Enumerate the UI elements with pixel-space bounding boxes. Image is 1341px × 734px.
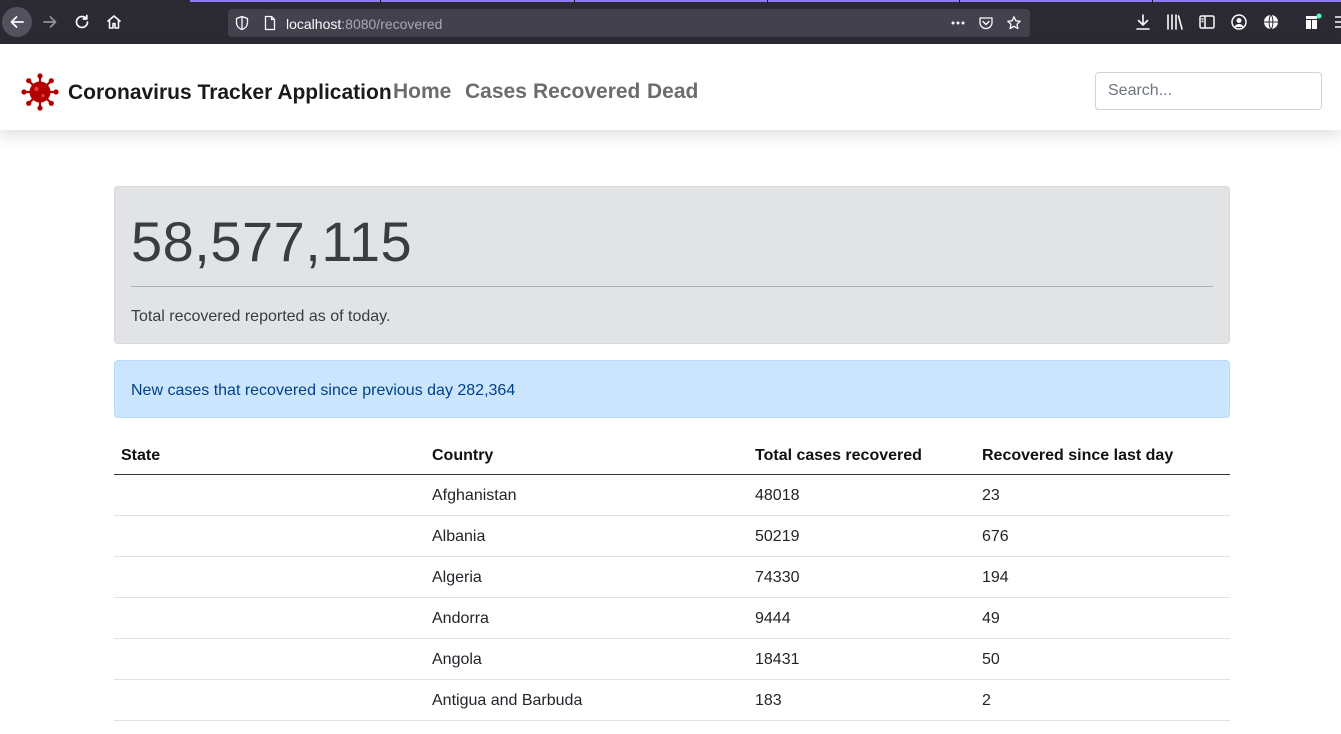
address-bar[interactable]: localhost:8080/recovered (228, 9, 1030, 37)
nav-link-dead[interactable]: Dead (647, 80, 698, 104)
brand-name[interactable]: Coronavirus Tracker Application (68, 81, 392, 105)
search-input[interactable] (1095, 72, 1322, 110)
divider (131, 286, 1213, 287)
browser-toolbar: localhost:8080/recovered (0, 0, 1341, 44)
cell-country: Albania (432, 528, 486, 545)
shield-icon[interactable] (234, 15, 250, 31)
url-text[interactable]: localhost:8080/recovered (286, 16, 442, 32)
recovered-table: State Country Total cases recovered Reco… (114, 436, 1230, 721)
table-row: Antigua and Barbuda 183 2 (114, 680, 1230, 721)
total-recovered-caption: Total recovered reported as of today. (131, 308, 391, 325)
globe-icon[interactable] (1261, 12, 1281, 32)
cell-recovered-since-last-day: 2 (982, 692, 991, 709)
cell-country: Afghanistan (432, 487, 517, 504)
url-path: :8080/recovered (341, 16, 443, 32)
cell-recovered-since-last-day: 49 (982, 610, 1000, 627)
tab-separator (574, 0, 575, 4)
arrow-right-icon (43, 16, 57, 28)
arrow-left-icon (10, 16, 24, 28)
cell-recovered-since-last-day: 50 (982, 651, 1000, 668)
nav-link-home[interactable]: Home (393, 80, 451, 104)
nav-link-recovered[interactable]: Recovered (533, 80, 640, 104)
cell-total-recovered: 9444 (755, 610, 791, 627)
cell-total-recovered: 183 (755, 692, 782, 709)
total-recovered-value: 58,577,115 (131, 210, 413, 273)
cell-country: Algeria (432, 569, 482, 586)
table-row: Algeria 74330 194 (114, 557, 1230, 598)
sidebar-icon[interactable] (1197, 12, 1217, 32)
cell-total-recovered: 48018 (755, 487, 800, 504)
app-navbar: Coronavirus Tracker Application Home Cas… (0, 44, 1341, 130)
page-icon[interactable] (262, 15, 278, 31)
tab-separator (767, 0, 768, 4)
download-icon[interactable] (1133, 12, 1153, 32)
column-header-country: Country (432, 447, 494, 464)
forward-button[interactable] (35, 7, 65, 37)
recovered-summary-panel: 58,577,115 Total recovered reported as o… (114, 186, 1230, 344)
column-header-total-recovered: Total cases recovered (755, 447, 922, 464)
column-header-state: State (121, 447, 161, 464)
tab-separator (380, 0, 381, 4)
virus-icon[interactable] (20, 72, 60, 112)
nav-link-cases[interactable]: Cases (465, 80, 527, 104)
cell-total-recovered: 18431 (755, 651, 800, 668)
cell-recovered-since-last-day: 194 (982, 569, 1009, 586)
column-header-recovered-since-last-day: Recovered since last day (982, 447, 1174, 464)
cell-country: Andorra (432, 610, 489, 627)
tab-separator (1152, 0, 1153, 4)
cell-recovered-since-last-day: 676 (982, 528, 1009, 545)
cell-total-recovered: 50219 (755, 528, 800, 545)
library-icon[interactable] (1165, 12, 1185, 32)
table-row: Angola 18431 50 (114, 639, 1230, 680)
pocket-icon[interactable] (978, 15, 994, 31)
star-icon[interactable] (1006, 15, 1022, 31)
account-icon[interactable] (1229, 12, 1249, 32)
table-row: Albania 50219 676 (114, 516, 1230, 557)
cell-total-recovered: 74330 (755, 569, 800, 586)
extension-icon[interactable] (1303, 12, 1323, 32)
reload-button[interactable] (67, 7, 97, 37)
tab-strip-indicator (190, 0, 1341, 2)
tab-separator (959, 0, 960, 4)
reload-icon (75, 14, 89, 29)
url-host: localhost (286, 16, 342, 32)
table-header: State Country Total cases recovered Reco… (114, 436, 1230, 475)
home-icon (106, 15, 122, 29)
table-row: Afghanistan 48018 23 (114, 475, 1230, 516)
cell-country: Antigua and Barbuda (432, 692, 583, 709)
table-row: Andorra 9444 49 (114, 598, 1230, 639)
new-recoveries-alert: New cases that recovered since previous … (114, 360, 1230, 418)
new-recoveries-text: New cases that recovered since previous … (131, 382, 516, 399)
back-button[interactable] (2, 7, 32, 37)
ellipsis-icon[interactable] (950, 15, 966, 31)
menu-icon[interactable] (1333, 12, 1341, 32)
home-button[interactable] (99, 7, 129, 37)
cell-recovered-since-last-day: 23 (982, 487, 1000, 504)
cell-country: Angola (432, 651, 482, 668)
